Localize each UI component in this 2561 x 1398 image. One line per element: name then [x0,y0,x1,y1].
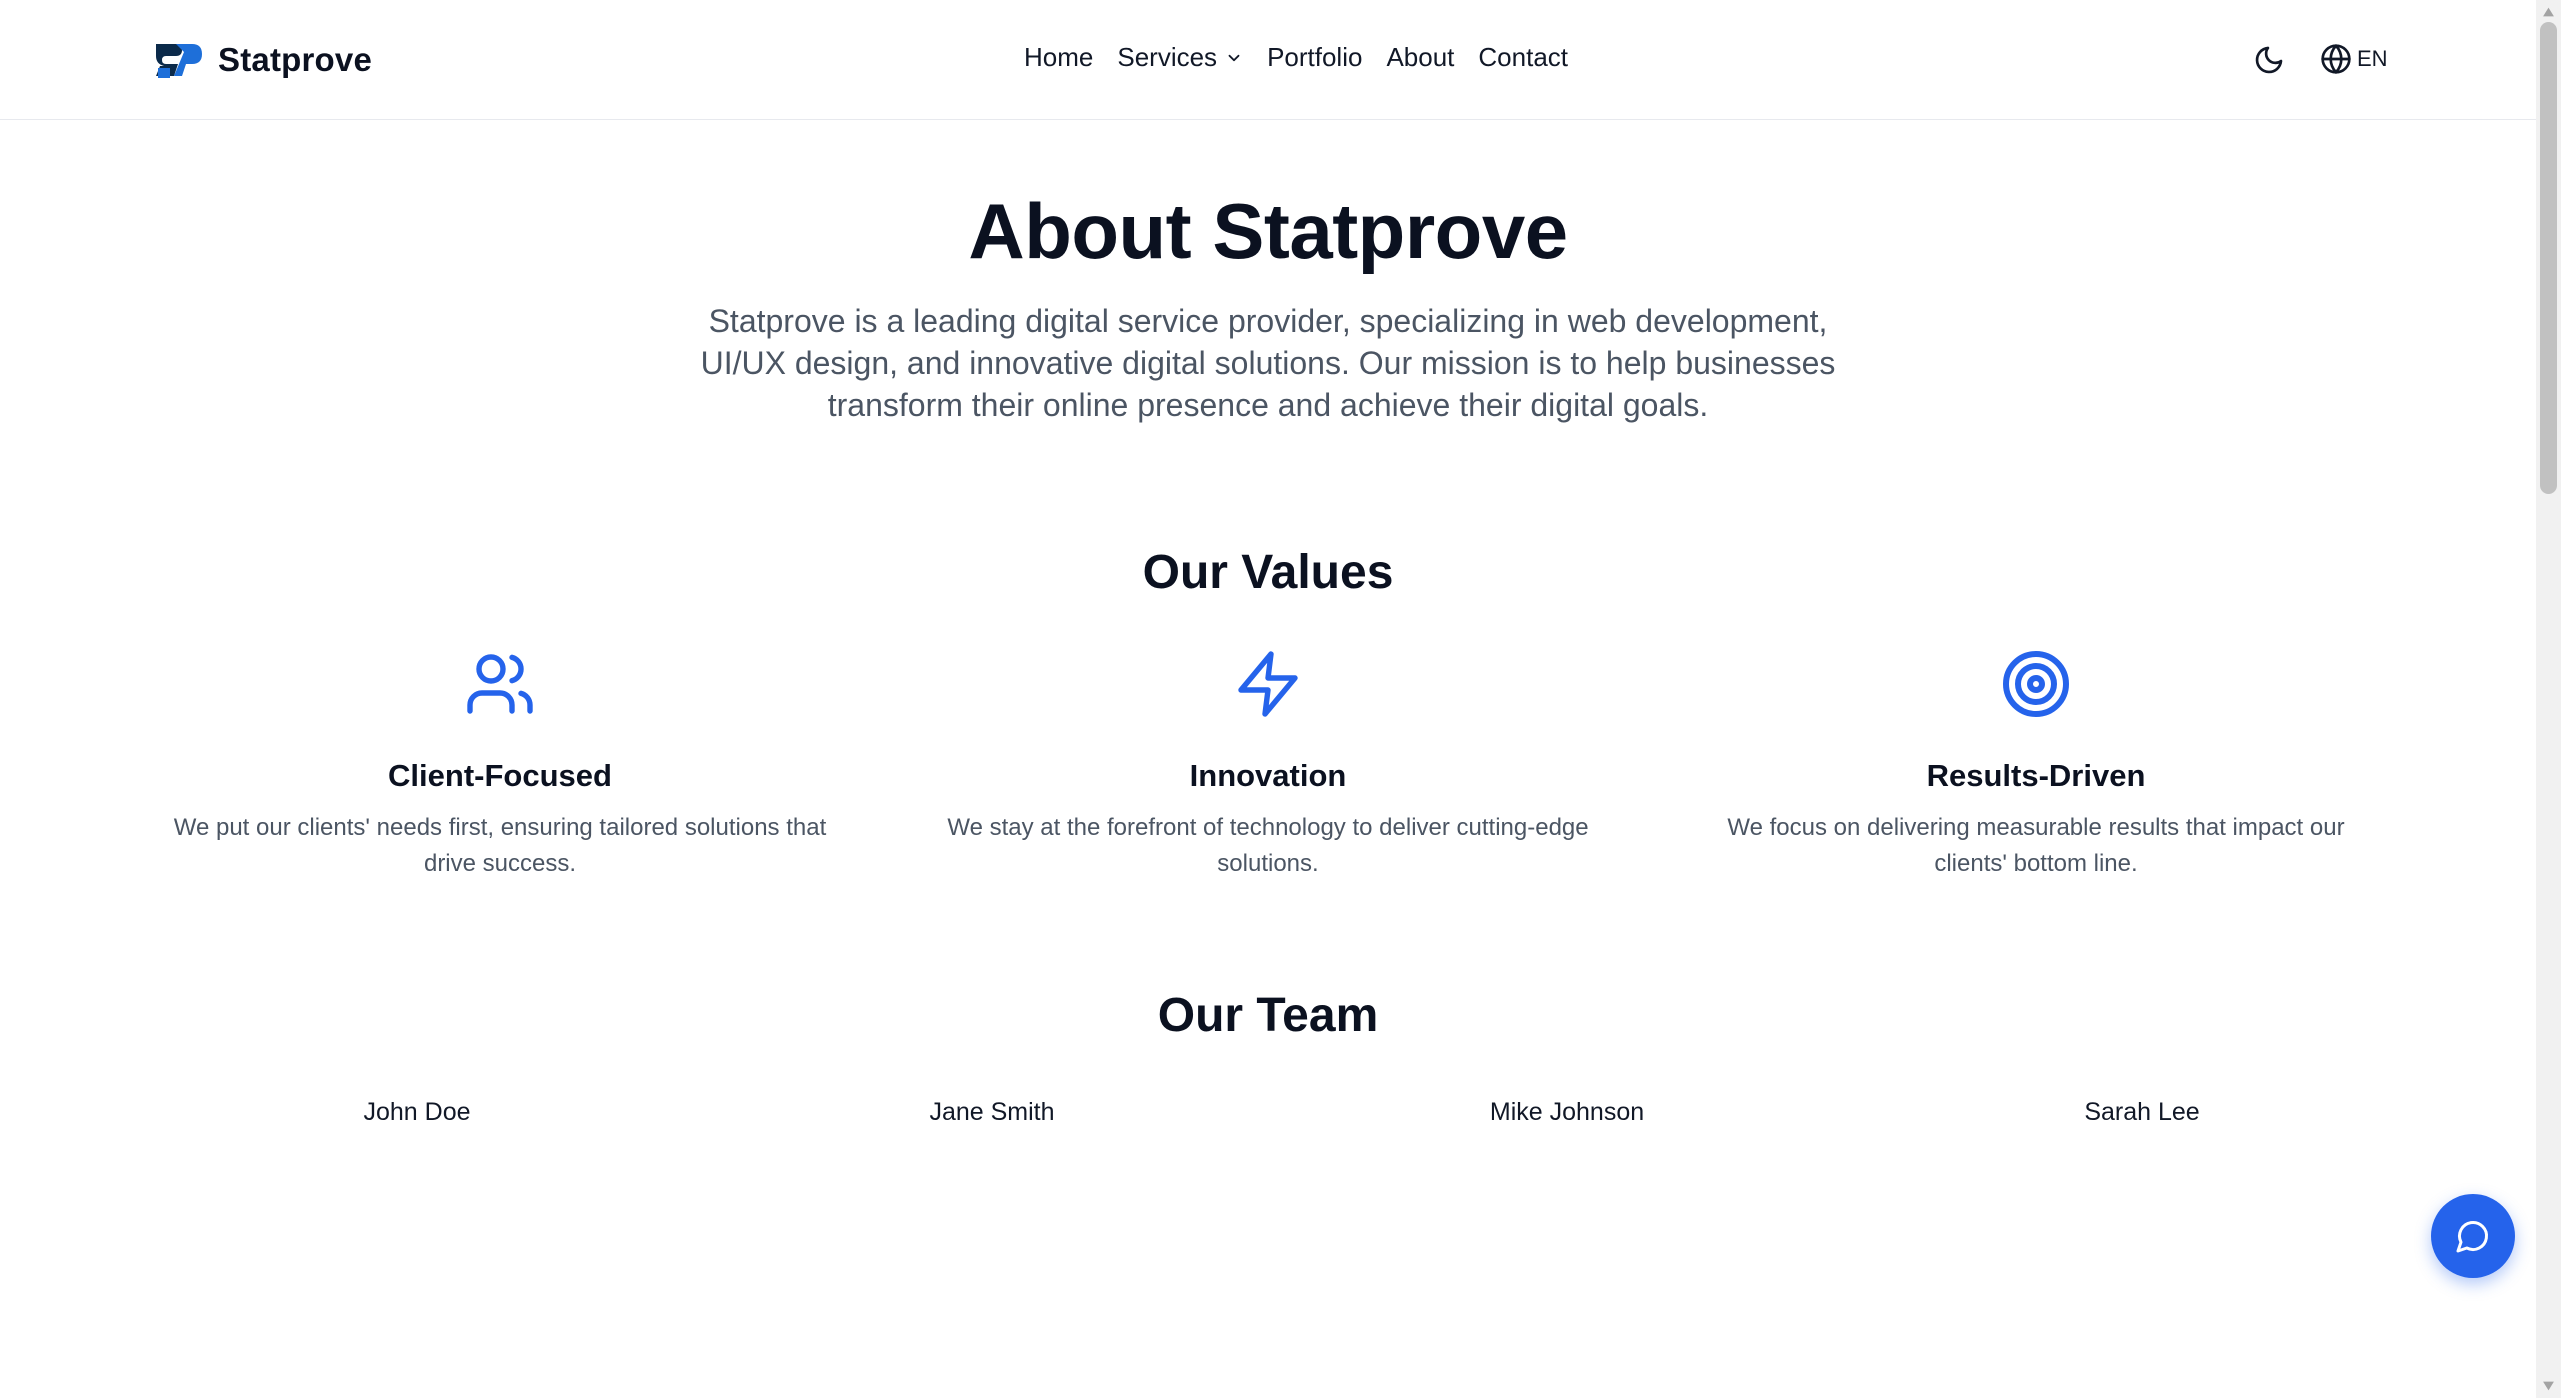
page-title: About Statprove [968,187,1568,275]
nav-home-label: Home [1024,42,1094,72]
team-member-name: Sarah Lee [2084,1098,2200,1126]
language-label: EN [2357,46,2388,71]
nav-contact-label: Contact [1478,42,1569,72]
value-card-innovation: Innovation We stay at the forefront of t… [908,648,1628,882]
value-card-client-focused: Client-Focused We put our clients' needs… [140,648,860,882]
team-member-name: John Doe [363,1098,471,1126]
zap-icon [1238,651,1298,717]
value-title: Results-Driven [1926,758,2146,793]
language-switcher[interactable]: EN [2320,43,2388,75]
values-heading: Our Values [1142,546,1394,599]
team-member-name: Jane Smith [929,1098,1055,1126]
nav-services[interactable]: Services [1117,42,1243,73]
about-page: Statprove Home Services Portfolio About … [0,0,2561,1398]
nav-portfolio-label: Portfolio [1267,42,1363,72]
brand-logo[interactable]: Statprove [152,38,372,82]
nav-services-label: Services [1117,42,1218,72]
value-title: Innovation [1189,758,1347,793]
scrollbar-thumb[interactable] [2540,22,2557,494]
scroll-up-arrow-icon[interactable] [2542,6,2555,18]
globe-icon [2321,44,2351,74]
chat-bubble-icon [2456,1220,2489,1253]
value-title: Client-Focused [388,758,612,793]
team-heading: Our Team [1157,989,1379,1042]
brand-name: Statprove [218,41,373,78]
intro-text: Statprove is a leading digital service p… [700,303,1836,423]
team-member-name: Mike Johnson [1489,1098,1645,1126]
nav-about[interactable]: About [1386,42,1454,73]
target-icon [2003,651,2069,717]
value-description: We stay at the forefront of technology t… [947,814,1589,877]
scroll-down-arrow-icon[interactable] [2542,1380,2555,1392]
nav-contact[interactable]: Contact [1478,42,1568,73]
nav-about-label: About [1386,42,1455,72]
chevron-down-icon [1228,54,1240,61]
moon-icon[interactable] [2253,44,2285,76]
nav-portfolio[interactable]: Portfolio [1267,42,1362,73]
site-header: Statprove Home Services Portfolio About … [0,0,2536,120]
value-card-results-driven: Results-Driven We focus on delivering me… [1676,648,2396,882]
users-icon [467,654,533,714]
value-description: We put our clients' needs first, ensurin… [173,814,827,877]
main-nav: Home Services Portfolio About Contact [1024,42,1568,73]
vertical-scrollbar[interactable] [2536,0,2561,1398]
chat-button[interactable] [2431,1194,2515,1278]
nav-home[interactable]: Home [1024,42,1093,73]
value-description: We focus on delivering measurable result… [1727,814,2345,877]
statprove-logo-icon [156,44,202,78]
